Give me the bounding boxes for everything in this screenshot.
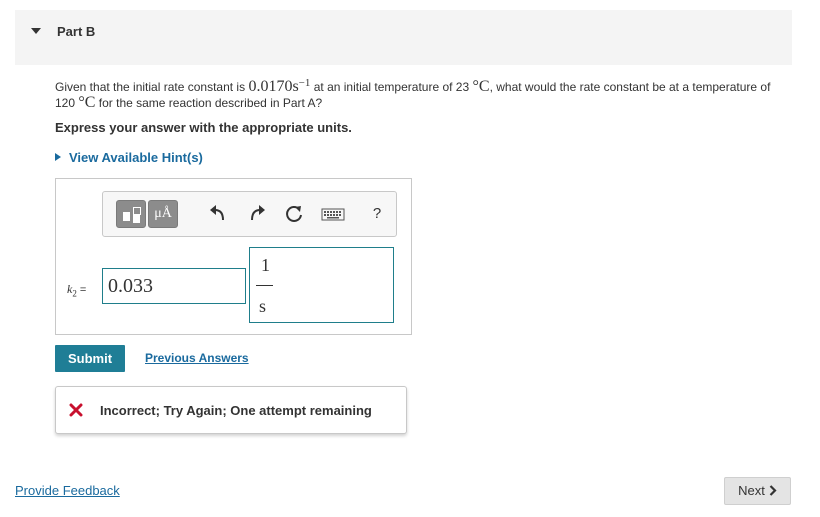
question-text-part1: Given that the initial rate constant is — [55, 80, 249, 94]
chevron-right-icon — [769, 485, 777, 496]
reset-icon[interactable] — [282, 200, 306, 228]
question-text-part4: for the same reaction described in Part … — [95, 96, 323, 110]
submit-button[interactable]: Submit — [55, 345, 125, 372]
answer-variable-label: k2 = — [67, 282, 86, 298]
instruction-text: Express your answer with the appropriate… — [55, 120, 352, 135]
question-text-part2: at an initial temperature of 23 — [310, 80, 473, 94]
keyboard-icon[interactable] — [319, 200, 347, 228]
answer-value-input[interactable] — [102, 268, 246, 304]
question-text: Given that the initial rate constant is … — [55, 76, 775, 111]
part-title: Part B — [57, 24, 96, 39]
next-button[interactable]: Next — [724, 477, 791, 505]
help-icon[interactable]: ? — [365, 200, 389, 228]
rate-constant-exponent: −1 — [298, 77, 311, 89]
provide-feedback-link[interactable]: Provide Feedback — [15, 483, 120, 498]
feedback-text: Incorrect; Try Again; One attempt remain… — [100, 403, 372, 418]
expand-triangle-icon — [55, 153, 61, 161]
redo-icon[interactable] — [244, 200, 268, 228]
collapse-caret-icon[interactable] — [31, 28, 41, 34]
templates-icon[interactable] — [116, 200, 146, 228]
view-hints-link[interactable]: View Available Hint(s) — [55, 150, 203, 165]
undo-icon[interactable] — [207, 200, 231, 228]
next-button-label: Next — [738, 483, 765, 498]
math-toolbar: μÅ ? — [102, 191, 397, 237]
units-icon[interactable]: μÅ — [148, 200, 178, 228]
feedback-message-box: Incorrect; Try Again; One attempt remain… — [55, 386, 407, 434]
hint-label: View Available Hint(s) — [69, 150, 203, 165]
answer-units-input[interactable]: 1 s — [249, 247, 394, 323]
temp-unit-2: °C — [78, 94, 96, 111]
incorrect-x-icon — [69, 403, 83, 417]
fraction-bar — [256, 285, 273, 286]
answer-box: μÅ ? k2 = 0.033 1 s — [55, 178, 412, 335]
rate-constant-value: 0.0170s — [248, 78, 299, 95]
part-header[interactable]: Part B — [15, 10, 792, 65]
units-numerator: 1 — [261, 255, 270, 275]
previous-answers-link[interactable]: Previous Answers — [145, 351, 249, 365]
temp-unit-1: °C — [472, 78, 490, 95]
units-denominator: s — [259, 296, 267, 316]
answer-subscript: 2 — [72, 288, 77, 299]
equals-sign: = — [79, 284, 87, 296]
